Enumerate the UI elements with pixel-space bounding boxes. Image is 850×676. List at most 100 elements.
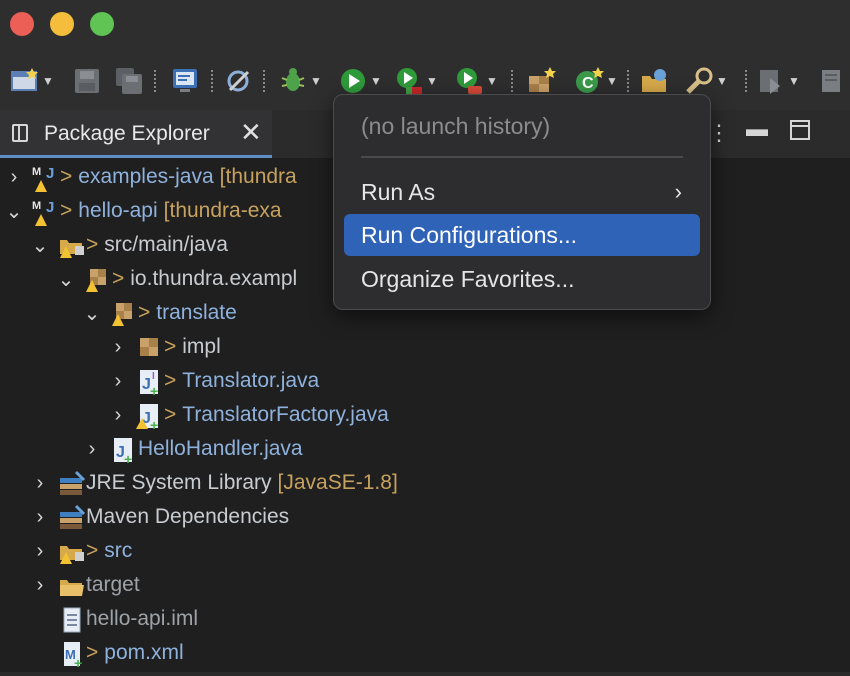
- chevron-right-icon[interactable]: ›: [30, 506, 50, 529]
- package-explorer-icon: [12, 124, 28, 142]
- chevron-down-icon[interactable]: ⌄: [82, 301, 102, 326]
- search-button[interactable]: ▼: [684, 64, 728, 98]
- package-icon: [110, 300, 136, 326]
- svg-text:C: C: [582, 75, 594, 92]
- file-icon: [58, 606, 84, 633]
- tree-row[interactable]: ⌄ > src/main/java: [30, 228, 228, 262]
- tree-row[interactable]: › > impl: [108, 330, 221, 364]
- folder-icon: [58, 538, 84, 564]
- new-icon: [10, 66, 40, 96]
- next-annotation-button[interactable]: ▼: [756, 64, 800, 98]
- close-icon[interactable]: ✕: [240, 119, 262, 145]
- debug-icon: [278, 66, 308, 96]
- external-tools-icon: [454, 66, 484, 96]
- tree-item-decoration: [JavaSE-1.8]: [277, 471, 398, 494]
- run-button[interactable]: ▼: [338, 64, 382, 98]
- tree-row[interactable]: hello-api.iml: [58, 602, 198, 636]
- tree-row[interactable]: M + > pom.xml: [58, 636, 184, 671]
- menu-item-run-configurations[interactable]: Run Configurations...: [344, 214, 700, 256]
- last-edit-icon: [816, 66, 846, 96]
- open-type-icon: [640, 66, 670, 96]
- chevron-right-icon[interactable]: ›: [30, 540, 50, 563]
- new-java-package-icon: [526, 66, 556, 96]
- svg-text:M: M: [32, 166, 41, 178]
- save-button[interactable]: [72, 64, 102, 98]
- skip-breakpoints-icon: [224, 66, 254, 96]
- minimize-view-icon[interactable]: ▬: [746, 116, 768, 142]
- chevron-right-icon[interactable]: ›: [4, 166, 24, 189]
- svg-text:J: J: [46, 199, 54, 216]
- chevron-right-icon[interactable]: ›: [30, 574, 50, 597]
- tree-item-label: examples-java: [78, 165, 214, 188]
- maven-project-icon: MJ: [32, 164, 58, 192]
- tree-row[interactable]: ⌄ > io.thundra.exampl: [56, 262, 297, 296]
- package-icon: [84, 266, 110, 292]
- new-button[interactable]: ▼: [10, 64, 54, 98]
- last-edit-button[interactable]: [816, 64, 846, 98]
- svg-text:+: +: [74, 655, 82, 670]
- maven-project-icon: MJ: [32, 198, 58, 226]
- tree-row[interactable]: › J I + > Translator.java: [108, 364, 320, 399]
- tree-row[interactable]: ⌄ > translate: [82, 296, 237, 330]
- terminal-icon: [170, 66, 200, 96]
- chevron-right-icon[interactable]: ›: [108, 370, 128, 393]
- terminal-button[interactable]: [170, 64, 200, 98]
- maximize-view-icon[interactable]: [790, 120, 810, 146]
- tree-row[interactable]: › MJ > examples-java [thundra: [4, 160, 297, 194]
- menu-item-run-as[interactable]: Run As ›: [344, 171, 700, 213]
- title-bar: [0, 0, 850, 50]
- chevron-down-icon[interactable]: ⌄: [30, 233, 50, 258]
- source-folder-icon: [58, 232, 84, 258]
- tree-row[interactable]: › J + > TranslatorFactory.java: [108, 398, 389, 433]
- svg-text:I: I: [152, 371, 155, 382]
- new-java-package-button[interactable]: [526, 64, 556, 98]
- coverage-button[interactable]: ▼: [394, 64, 438, 98]
- library-icon: [58, 504, 86, 530]
- tree-item-label: TranslatorFactory.java: [182, 403, 389, 426]
- run-dropdown-menu: (no launch history) Run As › Run Configu…: [333, 94, 711, 310]
- chevron-right-icon[interactable]: ›: [108, 404, 128, 427]
- tree-row[interactable]: › JRE System Library [JavaSE-1.8]: [30, 466, 398, 500]
- external-tools-button[interactable]: ▼: [454, 64, 498, 98]
- tree-row[interactable]: › target: [30, 568, 140, 602]
- tree-row[interactable]: › J + HelloHandler.java: [82, 432, 303, 467]
- tree-row[interactable]: › Maven Dependencies: [30, 500, 289, 534]
- package-icon: [136, 334, 162, 360]
- run-icon: [338, 66, 368, 96]
- tree-item-label: Translator.java: [182, 369, 320, 392]
- tree-item-label: JRE System Library: [86, 471, 272, 494]
- new-java-class-button[interactable]: C ▼: [574, 64, 618, 98]
- chevron-right-icon[interactable]: ›: [108, 336, 128, 359]
- tree-row[interactable]: ⌄ MJ > hello-api [thundra-exa: [4, 194, 282, 228]
- chevron-down-icon[interactable]: ⌄: [4, 199, 24, 224]
- chevron-right-icon[interactable]: ›: [82, 438, 102, 461]
- debug-button[interactable]: ▼: [278, 64, 322, 98]
- tab-title: Package Explorer: [44, 122, 210, 145]
- tree-item-label: impl: [182, 335, 221, 358]
- java-file-icon: J +: [110, 436, 136, 467]
- save-all-icon: [114, 66, 144, 96]
- search-icon: [684, 66, 714, 96]
- minimize-window-button[interactable]: [50, 12, 74, 36]
- save-all-button[interactable]: [114, 64, 144, 98]
- chevron-down-icon[interactable]: ⌄: [56, 267, 76, 292]
- annotation-nav-icon: [756, 66, 786, 96]
- zoom-window-button[interactable]: [90, 12, 114, 36]
- tree-item-label: pom.xml: [104, 641, 184, 664]
- tree-item-decoration: [thundra-exa: [163, 199, 282, 222]
- chevron-right-icon[interactable]: ›: [30, 472, 50, 495]
- tree-item-label: HelloHandler.java: [138, 437, 303, 460]
- tab-package-explorer[interactable]: Package Explorer ✕: [0, 110, 272, 158]
- menu-item-organize-favorites[interactable]: Organize Favorites...: [344, 258, 700, 300]
- svg-text:+: +: [150, 383, 158, 398]
- tree-item-label: src/main/java: [104, 233, 228, 256]
- chevron-right-icon: ›: [674, 179, 682, 204]
- svg-text:+: +: [150, 417, 158, 432]
- view-menu-icon[interactable]: ⋮: [708, 120, 730, 146]
- tree-item-label: hello-api.iml: [86, 607, 199, 630]
- close-window-button[interactable]: [10, 12, 34, 36]
- svg-text:M: M: [32, 200, 41, 212]
- open-type-button[interactable]: [640, 64, 670, 98]
- skip-breakpoints-button[interactable]: [224, 64, 254, 98]
- tree-row[interactable]: › > src: [30, 534, 132, 568]
